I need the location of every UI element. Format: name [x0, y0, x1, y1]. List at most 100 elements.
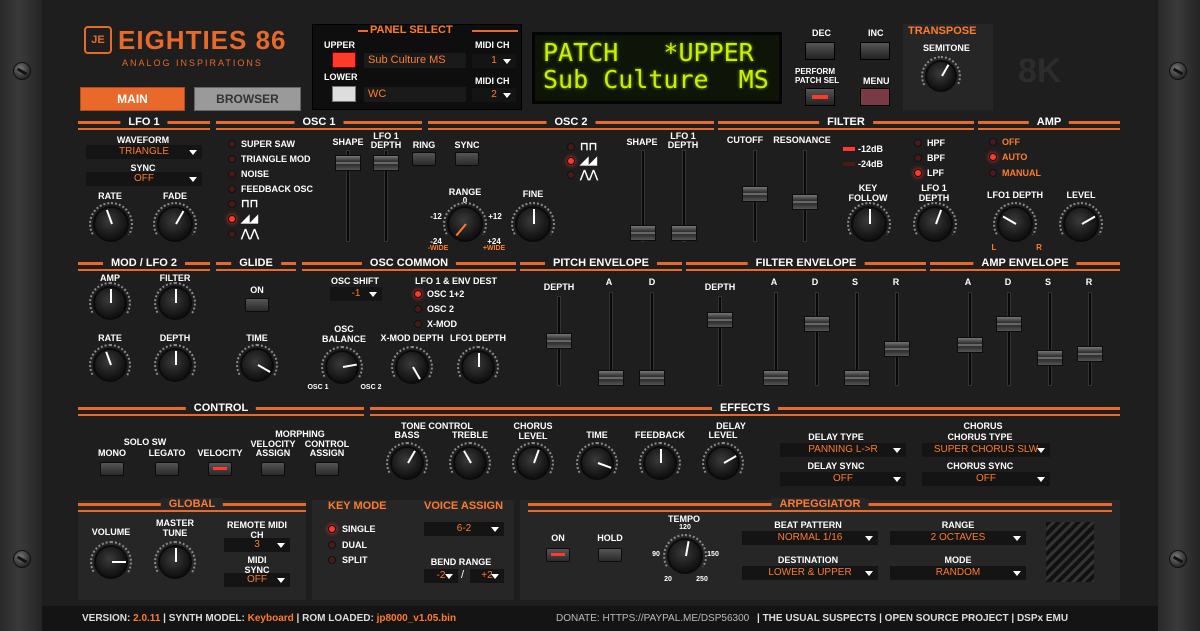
sync-dropdown[interactable]: OFF: [86, 172, 202, 186]
inc-button[interactable]: [860, 42, 890, 60]
osc1-noise-led[interactable]: [228, 170, 236, 178]
single-label[interactable]: SINGLE: [342, 524, 376, 534]
split-label[interactable]: SPLIT: [342, 555, 368, 565]
lpf-led[interactable]: [914, 169, 922, 177]
amp-off-led[interactable]: [989, 138, 997, 146]
velocity-button[interactable]: [208, 462, 232, 476]
dest-osc2[interactable]: OSC 2: [427, 304, 454, 314]
tab-browser[interactable]: BROWSER: [194, 87, 301, 111]
mod-filter-knob[interactable]: [158, 286, 192, 320]
upper-button[interactable]: [332, 52, 356, 68]
osc1-opt-noise[interactable]: NOISE: [241, 169, 269, 179]
feedback-knob[interactable]: [643, 446, 677, 480]
12db-indicator[interactable]: [843, 147, 855, 151]
osc2-shape-fader[interactable]: [630, 225, 656, 241]
osc2-fine-knob[interactable]: [515, 206, 551, 242]
filterenv-depth-fader[interactable]: [707, 312, 733, 328]
dest-xmod[interactable]: X-MOD: [427, 319, 457, 329]
chorus-sync-dropdown[interactable]: OFF: [922, 472, 1050, 486]
osc1-supersaw-led[interactable]: [228, 140, 236, 148]
mod-depth-knob[interactable]: [158, 348, 192, 382]
bend-neg-dropdown[interactable]: -2: [424, 569, 458, 583]
sync-button[interactable]: [455, 152, 479, 166]
chorus-type-dropdown[interactable]: SUPER CHORUS SLW: [922, 443, 1050, 457]
tempo-knob[interactable]: [667, 538, 703, 574]
arp-on-button[interactable]: [546, 548, 570, 562]
osc1-feedback-led[interactable]: [228, 185, 236, 193]
osc1-opt-trimod[interactable]: TRIANGLE MOD: [241, 154, 311, 164]
lfo1-fade-knob[interactable]: [157, 206, 193, 242]
ampenv-a-fader[interactable]: [957, 337, 983, 353]
waveform-dropdown[interactable]: TRIANGLE: [86, 145, 202, 159]
osc-balance-knob[interactable]: [325, 350, 359, 384]
split-led[interactable]: [328, 556, 336, 564]
single-led[interactable]: [328, 525, 336, 533]
semitone-knob[interactable]: [925, 60, 957, 92]
donate-link[interactable]: DONATE: HTTPS://PAYPAL.ME/DSP56300: [556, 613, 749, 624]
osc1-opt-feedback[interactable]: FEEDBACK OSC: [241, 184, 313, 194]
filterenv-d-fader[interactable]: [804, 316, 830, 332]
filter-lfo1-depth-knob[interactable]: [917, 206, 953, 242]
ampenv-s-fader[interactable]: [1037, 350, 1063, 366]
delay-type-dropdown[interactable]: PANNING L->R: [780, 443, 906, 457]
pitchenv-d-fader[interactable]: [639, 370, 665, 386]
master-tune-knob[interactable]: [158, 545, 192, 579]
osc2-square-led[interactable]: [567, 143, 575, 151]
osc2-range-knob[interactable]: [447, 206, 483, 242]
open-source-link[interactable]: OPEN SOURCE PROJECT: [885, 613, 1009, 624]
remote-midi-dropdown[interactable]: 3: [224, 538, 290, 552]
ring-button[interactable]: [412, 152, 436, 166]
mono-button[interactable]: [100, 462, 124, 476]
osc1-opt-supersaw[interactable]: SUPER SAW: [241, 139, 295, 149]
osc1-shape-fader[interactable]: [335, 155, 361, 171]
control-assign-button[interactable]: [315, 462, 339, 476]
dual-label[interactable]: DUAL: [342, 540, 367, 550]
osc1-square-led[interactable]: [228, 200, 236, 208]
menu-button[interactable]: [860, 88, 890, 106]
lower-patch-name[interactable]: WC: [364, 87, 466, 102]
perform-patch-button[interactable]: [805, 88, 835, 106]
delay-time-knob[interactable]: [580, 446, 614, 480]
lfo1-rate-knob[interactable]: [93, 206, 129, 242]
voice-assign-dropdown[interactable]: 6-2: [424, 522, 504, 536]
osc2-saw-led[interactable]: [567, 157, 575, 165]
hpf-led[interactable]: [914, 139, 922, 147]
filterenv-s-fader[interactable]: [844, 370, 870, 386]
osc2-lfo1-depth-fader[interactable]: [671, 225, 697, 241]
beat-pattern-dropdown[interactable]: NORMAL 1/16: [742, 531, 878, 545]
osccommon-lfo1-depth-knob[interactable]: [461, 350, 495, 384]
legato-button[interactable]: [155, 462, 179, 476]
osc1-lfo1-depth-fader[interactable]: [373, 155, 399, 171]
arp-hold-button[interactable]: [598, 548, 622, 562]
chorus-level-knob[interactable]: [516, 446, 550, 480]
filterenv-r-fader[interactable]: [884, 341, 910, 357]
amp-level-knob[interactable]: [1063, 206, 1099, 242]
mod-rate-knob[interactable]: [93, 348, 127, 382]
cutoff-fader[interactable]: [742, 186, 768, 202]
glide-time-knob[interactable]: [240, 348, 274, 382]
glide-on-button[interactable]: [245, 298, 269, 312]
resonance-fader[interactable]: [792, 194, 818, 210]
pitchenv-a-fader[interactable]: [598, 370, 624, 386]
dual-led[interactable]: [328, 541, 336, 549]
osc1-trimod-led[interactable]: [228, 155, 236, 163]
amp-auto-led[interactable]: [989, 153, 997, 161]
dest-osc12[interactable]: OSC 1+2: [427, 289, 464, 299]
key-follow-knob[interactable]: [851, 206, 887, 242]
destination-dropdown[interactable]: LOWER & UPPER: [742, 566, 878, 580]
dest-osc12-led[interactable]: [414, 290, 422, 298]
usual-suspects-link[interactable]: THE USUAL SUSPECTS: [763, 613, 877, 624]
mod-amp-knob[interactable]: [93, 286, 127, 320]
volume-knob[interactable]: [94, 545, 128, 579]
upper-patch-name[interactable]: Sub Culture MS: [364, 53, 466, 68]
lower-midi-dropdown[interactable]: 2: [472, 88, 516, 102]
ampenv-r-fader[interactable]: [1077, 346, 1103, 362]
dest-osc2-led[interactable]: [414, 305, 422, 313]
bpf-led[interactable]: [914, 154, 922, 162]
pitchenv-depth-fader[interactable]: [546, 333, 572, 349]
dec-button[interactable]: [805, 42, 835, 60]
xmod-depth-knob[interactable]: [395, 350, 429, 384]
ampenv-d-fader[interactable]: [996, 316, 1022, 332]
upper-midi-dropdown[interactable]: 1: [472, 54, 516, 68]
delay-level-knob[interactable]: [706, 446, 740, 480]
